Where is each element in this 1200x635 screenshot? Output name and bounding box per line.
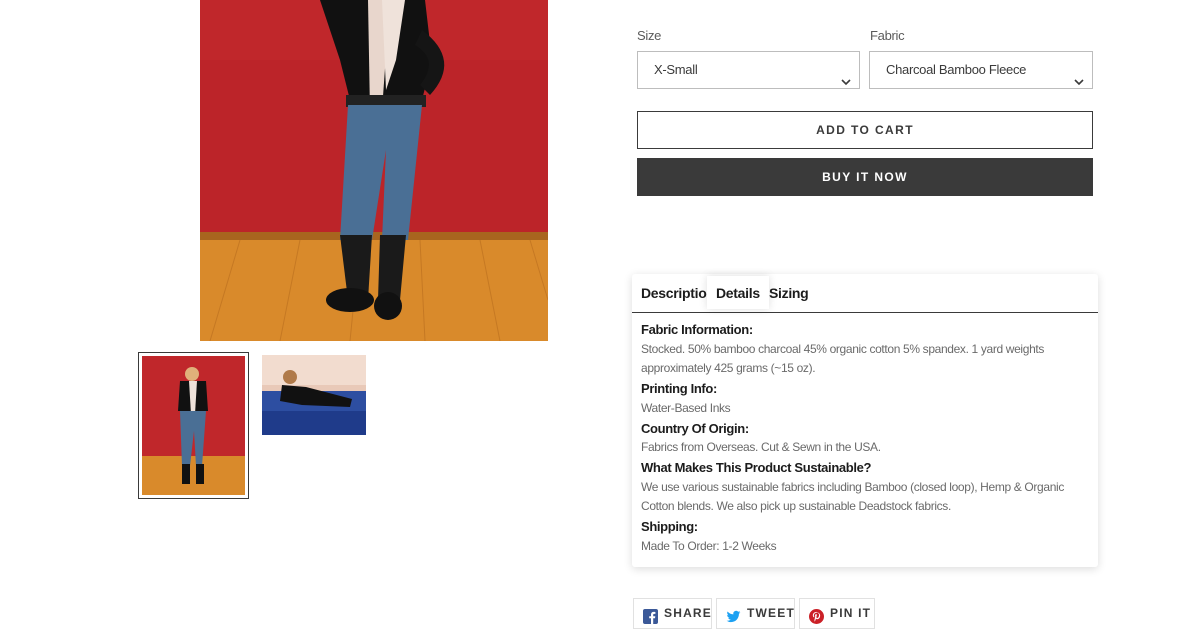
pin-it-label: PIN IT <box>830 606 872 620</box>
detail-heading: Shipping: <box>641 519 698 535</box>
detail-text: Fabrics from Overseas. Cut & Sewn in the… <box>641 440 881 455</box>
thumbnail-2[interactable] <box>262 355 366 435</box>
fabric-select[interactable]: Charcoal Bamboo Fleece <box>869 51 1093 89</box>
size-select[interactable]: X-Small <box>637 51 860 89</box>
pinterest-icon <box>809 606 824 624</box>
detail-heading: Printing Info: <box>641 381 717 397</box>
product-tabs-card: Description Details Sizing Fabric Inform… <box>632 274 1098 567</box>
add-to-cart-button[interactable]: ADD TO CART <box>637 111 1093 149</box>
detail-heading: What Makes This Product Sustainable? <box>641 459 872 475</box>
share-label: SHARE <box>664 606 713 620</box>
fabric-select-value: Charcoal Bamboo Fleece <box>886 62 1027 77</box>
detail-heading: Country Of Origin: <box>641 420 749 436</box>
pin-it-button[interactable]: PIN IT <box>799 598 875 629</box>
detail-text: Water-Based Inks <box>641 400 731 415</box>
size-label: Size <box>637 28 662 43</box>
tweet-button[interactable]: TWEET <box>716 598 795 629</box>
share-facebook-button[interactable]: SHARE <box>633 598 712 629</box>
detail-heading: Fabric Information: <box>641 322 753 337</box>
tab-details[interactable]: Details <box>707 276 769 309</box>
tweet-label: TWEET <box>747 606 795 620</box>
size-select-value: X-Small <box>654 62 698 77</box>
detail-text: We use various sustainable fabrics inclu… <box>641 479 1064 514</box>
fabric-label: Fabric <box>870 28 905 43</box>
chevron-down-icon <box>1074 65 1084 86</box>
thumbnail-1[interactable] <box>138 352 249 499</box>
detail-text: Stocked. 50% bamboo charcoal 45% organic… <box>641 341 1045 376</box>
tab-sizing[interactable]: Sizing <box>769 285 809 301</box>
twitter-icon <box>726 606 741 623</box>
detail-text: Made To Order: 1-2 Weeks <box>641 538 777 553</box>
chevron-down-icon <box>841 65 851 86</box>
details-content: Fabric Information: Stocked. 50% bamboo … <box>641 320 1091 556</box>
facebook-icon <box>643 606 658 624</box>
tab-description[interactable]: Description <box>641 285 715 301</box>
main-product-photo[interactable] <box>200 0 548 341</box>
buy-it-now-button[interactable]: BUY IT NOW <box>637 158 1093 196</box>
tab-bar: Description Details Sizing <box>632 274 1098 313</box>
